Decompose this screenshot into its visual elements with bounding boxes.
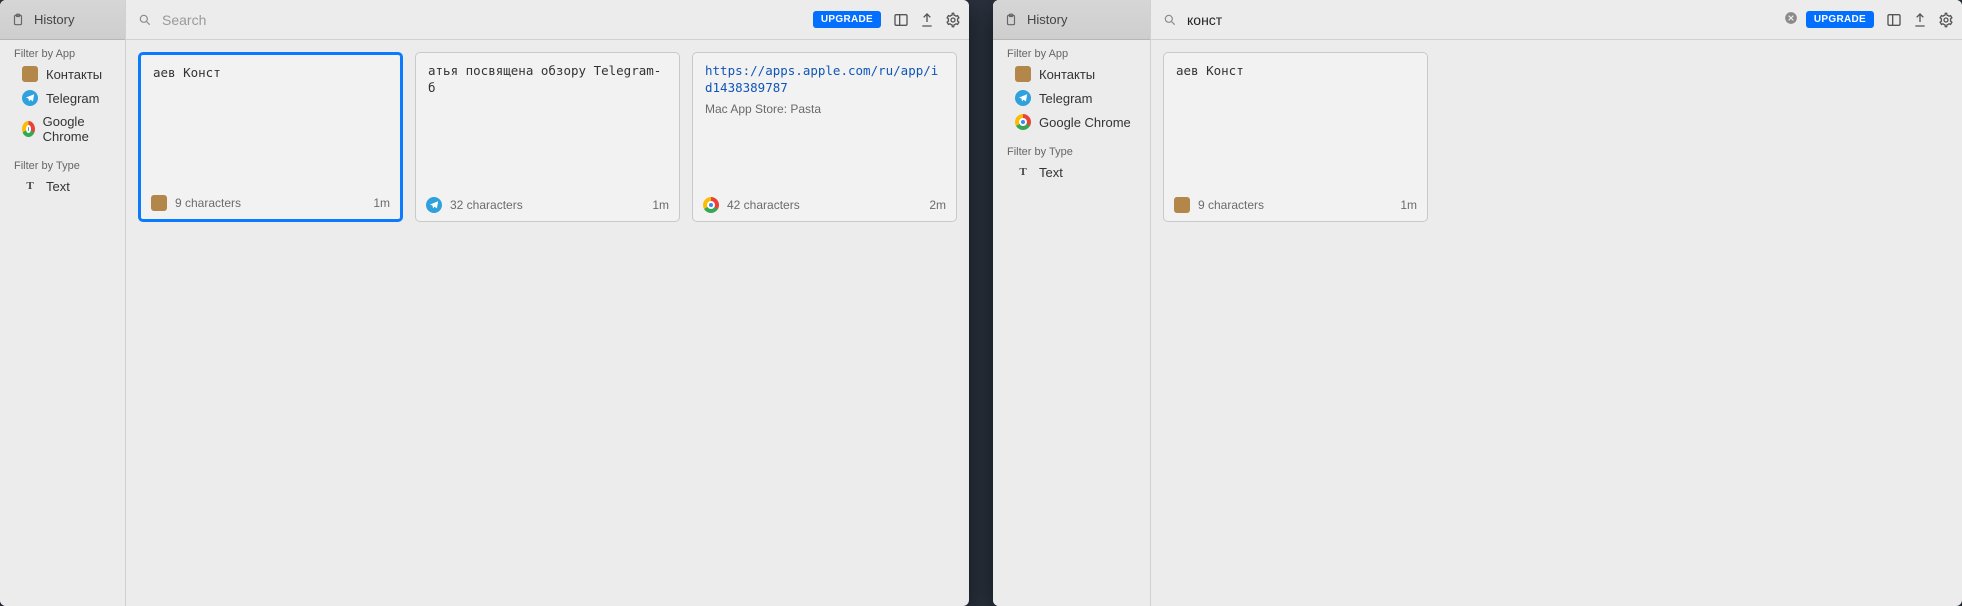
clipboard-icon	[10, 12, 26, 28]
sidebar-header: History	[0, 0, 125, 40]
clip-chars: 32 characters	[450, 198, 523, 212]
type-filter-label: Text	[46, 179, 70, 194]
toolbar: UPGRADE	[126, 0, 969, 40]
clip-text: атья посвящена обзору Telegram-б	[416, 53, 679, 191]
filter-by-type-label: Filter by Type	[0, 152, 125, 174]
clip-footer: 32 characters 1m	[416, 191, 679, 221]
app-filter-label: Telegram	[46, 91, 99, 106]
toolbar-actions	[1882, 12, 1954, 28]
clip-card[interactable]: аев Конст 9 characters 1m	[1163, 52, 1428, 222]
clip-chars: 9 characters	[175, 196, 241, 210]
clipboard-history-window-right: History Filter by App Контакты Telegram …	[993, 0, 1962, 606]
type-filter-text[interactable]: T Text	[0, 174, 125, 198]
clip-footer: 9 characters 1m	[1164, 191, 1427, 221]
search-icon	[138, 13, 152, 27]
clip-footer: 9 characters 1m	[141, 189, 400, 219]
clipboard-icon	[1003, 12, 1019, 28]
clip-text: аев Конст	[1164, 53, 1427, 191]
settings-icon[interactable]	[945, 12, 961, 28]
toolbar-actions	[889, 12, 961, 28]
type-filter-list: T Text	[0, 174, 125, 202]
app-filter-list: Контакты Telegram Google Chrome	[0, 62, 125, 152]
clipboard-history-window-left: History Filter by App Контакты Telegram …	[0, 0, 969, 606]
chrome-icon	[22, 121, 35, 137]
search-icon	[1163, 13, 1177, 27]
clear-search-icon[interactable]	[1784, 11, 1798, 28]
sidebar: History Filter by App Контакты Telegram …	[993, 0, 1151, 606]
telegram-icon	[1015, 90, 1031, 106]
app-filter-label: Контакты	[46, 67, 102, 82]
filter-by-type-label: Filter by Type	[993, 138, 1150, 160]
type-filter-label: Text	[1039, 165, 1063, 180]
search[interactable]	[1163, 11, 1776, 29]
clip-age: 1m	[652, 198, 669, 212]
filter-by-app-label: Filter by App	[0, 40, 125, 62]
app-filter-label: Google Chrome	[1039, 115, 1131, 130]
main-area: UPGRADE аев Конст 9 characters 1m	[1151, 0, 1962, 606]
search-input[interactable]	[160, 11, 805, 29]
app-filter-chrome[interactable]: Google Chrome	[0, 110, 125, 148]
type-filter-list: T Text	[993, 160, 1150, 188]
results-grid: аев Конст 9 characters 1m атья посвящена…	[126, 40, 969, 606]
clip-chars: 9 characters	[1198, 198, 1264, 212]
clip-card[interactable]: https://apps.apple.com/ru/app/id14383897…	[692, 52, 957, 222]
app-filter-telegram[interactable]: Telegram	[0, 86, 125, 110]
results-grid: аев Конст 9 characters 1m	[1151, 40, 1962, 606]
export-icon[interactable]	[1912, 12, 1928, 28]
app-filter-contacts[interactable]: Контакты	[993, 62, 1150, 86]
sidebar-toggle-icon[interactable]	[1886, 12, 1902, 28]
search-input[interactable]	[1185, 11, 1776, 29]
clip-subtitle: Mac App Store: Pasta	[705, 101, 944, 117]
search[interactable]	[138, 11, 805, 29]
app-filter-label: Telegram	[1039, 91, 1092, 106]
clip-card[interactable]: атья посвящена обзору Telegram-б 32 char…	[415, 52, 680, 222]
telegram-icon	[22, 90, 38, 106]
contacts-icon	[22, 66, 38, 82]
text-icon: T	[22, 178, 38, 194]
app-filter-list: Контакты Telegram Google Chrome	[993, 62, 1150, 138]
telegram-icon	[426, 197, 442, 213]
app-filter-label: Google Chrome	[43, 114, 115, 144]
filter-by-app-label: Filter by App	[993, 40, 1150, 62]
contacts-icon	[151, 195, 167, 211]
sidebar-title: History	[34, 12, 74, 27]
app-filter-contacts[interactable]: Контакты	[0, 62, 125, 86]
contacts-icon	[1174, 197, 1190, 213]
chrome-icon	[703, 197, 719, 213]
contacts-icon	[1015, 66, 1031, 82]
app-filter-label: Контакты	[1039, 67, 1095, 82]
upgrade-button[interactable]: UPGRADE	[1806, 11, 1874, 28]
sidebar-header: History	[993, 0, 1150, 40]
clip-text: https://apps.apple.com/ru/app/id14383897…	[705, 63, 944, 97]
clip-footer: 42 characters 2m	[693, 191, 956, 221]
clip-card[interactable]: аев Конст 9 characters 1m	[138, 52, 403, 222]
sidebar-title: History	[1027, 12, 1067, 27]
chrome-icon	[1015, 114, 1031, 130]
app-filter-telegram[interactable]: Telegram	[993, 86, 1150, 110]
clip-age: 2m	[929, 198, 946, 212]
sidebar: History Filter by App Контакты Telegram …	[0, 0, 126, 606]
clip-age: 1m	[373, 196, 390, 210]
clip-body: https://apps.apple.com/ru/app/id14383897…	[693, 53, 956, 191]
settings-icon[interactable]	[1938, 12, 1954, 28]
clip-age: 1m	[1400, 198, 1417, 212]
main-area: UPGRADE аев Конст 9 characters 1m	[126, 0, 969, 606]
type-filter-text[interactable]: T Text	[993, 160, 1150, 184]
clip-chars: 42 characters	[727, 198, 800, 212]
text-icon: T	[1015, 164, 1031, 180]
clip-text: аев Конст	[141, 55, 400, 189]
toolbar: UPGRADE	[1151, 0, 1962, 40]
app-filter-chrome[interactable]: Google Chrome	[993, 110, 1150, 134]
sidebar-toggle-icon[interactable]	[893, 12, 909, 28]
upgrade-button[interactable]: UPGRADE	[813, 11, 881, 28]
export-icon[interactable]	[919, 12, 935, 28]
